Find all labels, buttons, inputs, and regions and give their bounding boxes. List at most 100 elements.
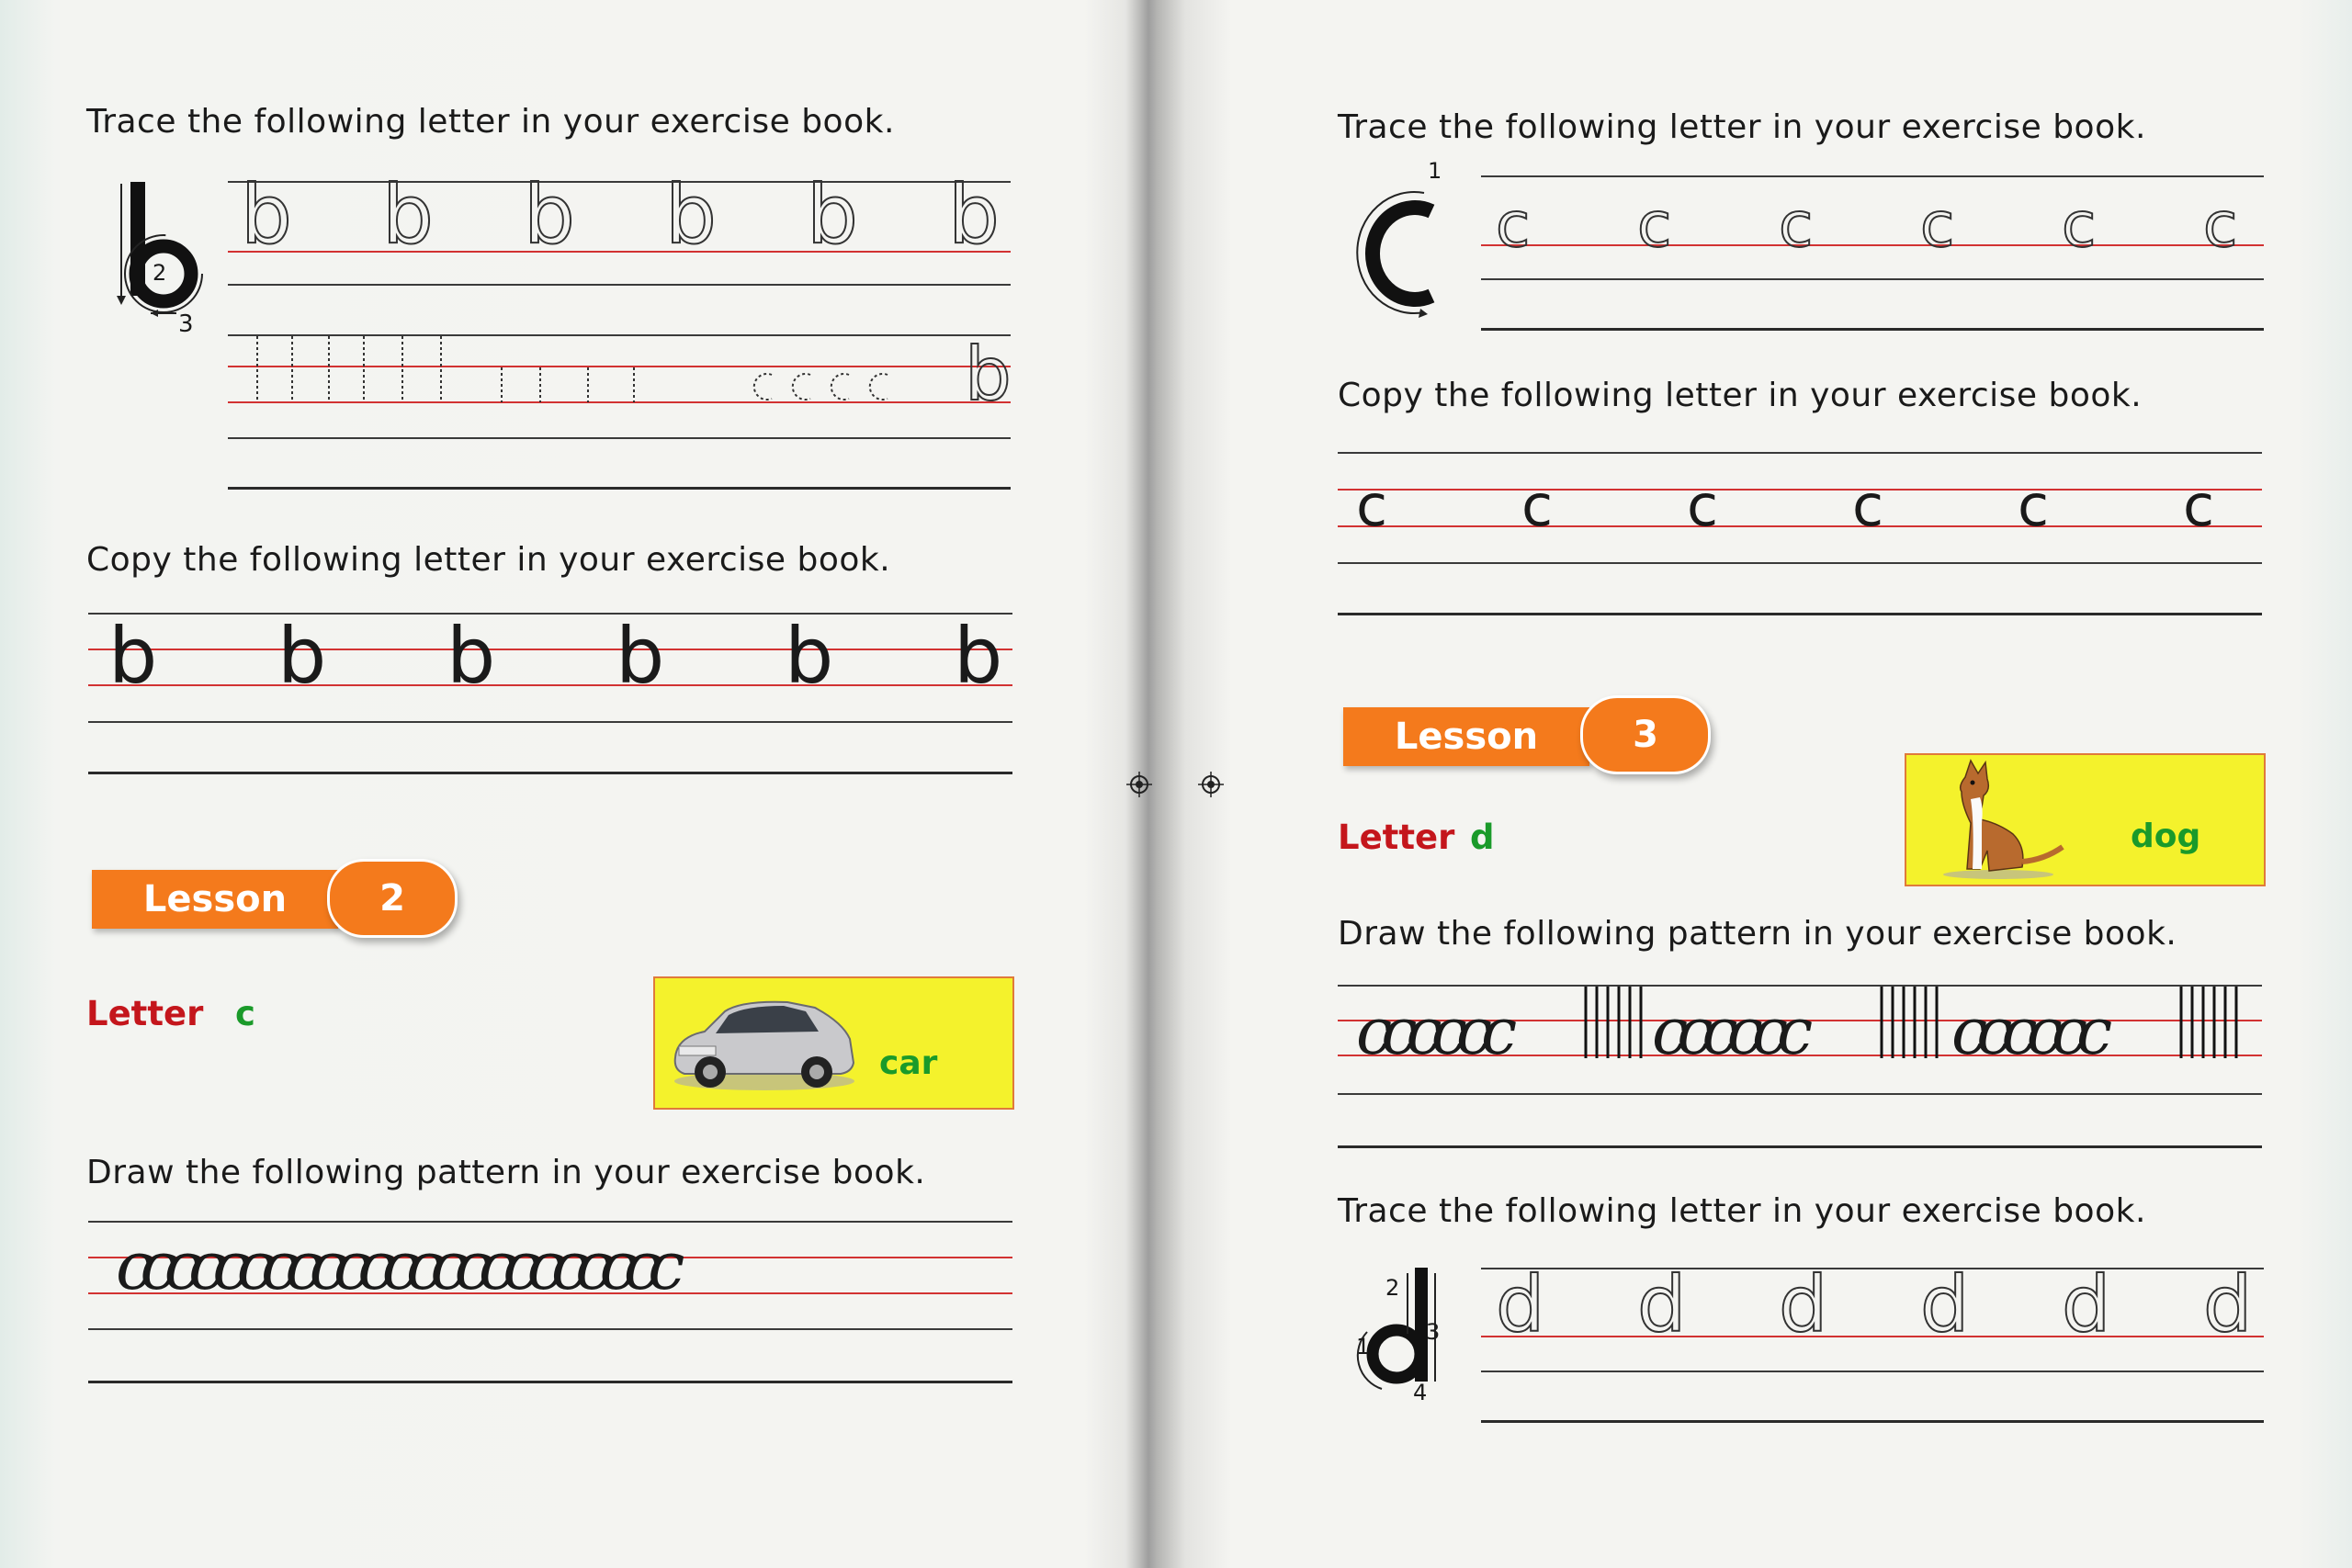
red-guide-line: [1338, 525, 2262, 527]
lesson-number: 3: [1580, 695, 1711, 774]
guide-line: [1338, 452, 2262, 454]
dotted-letter: b: [523, 167, 576, 262]
red-guide-line: [1481, 1336, 2264, 1337]
guide-line: [1338, 985, 2262, 987]
model-letter: b: [954, 611, 1003, 701]
dotted-letter: c: [1636, 189, 1672, 262]
dotted-letter: b: [964, 332, 1012, 417]
letter-value: d: [1470, 818, 1495, 857]
letter-b-stroke-guide: [117, 182, 203, 317]
letter-label: Letter: [1338, 818, 1455, 857]
model-letter: b: [616, 611, 665, 701]
dotted-letter: c: [1495, 189, 1531, 262]
letter-value: c: [235, 994, 255, 1033]
copy-instruction: Copy the following letter in your exerci…: [86, 541, 891, 579]
stroke-number-2: 2: [1385, 1275, 1400, 1301]
lesson-label: Lesson: [92, 870, 338, 929]
model-letter: b: [785, 611, 834, 701]
pattern-instruction: Draw the following pattern in your exerc…: [1338, 915, 2177, 953]
dotted-letter: b: [947, 167, 1001, 262]
c-loop-group: cccccc: [1951, 994, 2112, 1066]
trace-instruction: Trace the following letter in your exerc…: [1338, 108, 2146, 146]
model-letter: c: [1852, 472, 1884, 539]
red-guide-line: [1338, 489, 2262, 491]
guide-line: [228, 437, 1011, 439]
picture-card-dog: dog: [1905, 753, 2266, 886]
dotted-letter: c: [1919, 189, 1955, 262]
red-guide-line: [1481, 244, 2264, 246]
stroke-number-1: 1: [1428, 158, 1442, 184]
dotted-letter: c: [2061, 189, 2097, 262]
stroke-number-3: 3: [1426, 1319, 1441, 1345]
guide-line: [1481, 1420, 2264, 1423]
model-letter: c: [1356, 472, 1388, 539]
guide-line: [88, 772, 1012, 774]
dotted-letter: b: [806, 167, 859, 262]
dotted-letter: d: [2202, 1259, 2253, 1349]
guide-line: [1481, 328, 2264, 331]
picture-card-car: car: [653, 976, 1014, 1110]
lesson-number: 2: [327, 859, 458, 938]
guide-line: [1338, 1145, 2262, 1148]
model-letter: b: [277, 611, 327, 701]
guide-line: [1481, 175, 2264, 177]
car-image: [673, 1000, 855, 1090]
model-letter: b: [447, 611, 496, 701]
guide-line: [88, 721, 1012, 723]
trace-instruction: Trace the following letter in your exerc…: [86, 103, 895, 141]
guide-line: [88, 1328, 1012, 1330]
guide-line: [1481, 278, 2264, 280]
dotted-letter: b: [381, 167, 435, 262]
model-letter: c: [2183, 472, 2215, 539]
letter-c-stroke-guide: [1356, 191, 1435, 318]
model-letter: b: [108, 611, 158, 701]
dog-image: [1943, 759, 2064, 879]
guide-line: [228, 487, 1011, 490]
guide-line: [1338, 613, 2262, 615]
red-guide-line: [88, 684, 1012, 686]
c-loop-group: cccccc: [1356, 994, 1517, 1066]
vertical-stroke-group: [1880, 987, 1939, 1058]
guide-line: [88, 1381, 1012, 1383]
trace-instruction: Trace the following letter in your exerc…: [1338, 1192, 2146, 1230]
guide-line: [228, 181, 1011, 183]
stroke-number-1: 1: [1356, 1334, 1371, 1359]
guide-line: [88, 1221, 1012, 1223]
picture-word: car: [879, 1044, 938, 1082]
dotted-letter: d: [1495, 1259, 1545, 1349]
dotted-letter: b: [664, 167, 718, 262]
registration-mark-icon: [1198, 772, 1224, 797]
letter-label: Letter: [86, 994, 204, 1033]
stroke-number-4: 4: [1413, 1380, 1428, 1405]
model-letter: c: [1687, 472, 1719, 539]
pattern-instruction: Draw the following pattern in your exerc…: [86, 1154, 926, 1191]
dotted-letter: d: [1636, 1259, 1687, 1349]
stroke-number-3: 3: [178, 310, 194, 338]
copy-instruction: Copy the following letter in your exerci…: [1338, 377, 2143, 414]
c-loop-pattern: ccccccccccccccccccccccc: [116, 1227, 684, 1301]
model-letter: c: [1521, 472, 1554, 539]
lesson-label: Lesson: [1343, 707, 1589, 766]
guide-line: [1338, 562, 2262, 564]
guide-line: [228, 284, 1011, 286]
stroke-number-2: 2: [153, 260, 167, 286]
workbook-spread: Trace the following letter in your exerc…: [0, 0, 2352, 1568]
guide-line: [1338, 1093, 2262, 1095]
letter-d-stroke-guide: [1356, 1268, 1436, 1390]
guide-line: [88, 613, 1012, 615]
dotted-letter: b: [240, 167, 293, 262]
c-loop-group: cccccc: [1652, 994, 1813, 1066]
guide-line: [1481, 1268, 2264, 1269]
dotted-letter: c: [2202, 189, 2238, 262]
dotted-letter: c: [1778, 189, 1814, 262]
guide-line: [1481, 1371, 2264, 1372]
dotted-letter: d: [2061, 1259, 2111, 1349]
dotted-letter: d: [1778, 1259, 1828, 1349]
red-guide-line: [88, 649, 1012, 650]
dotted-letter: d: [1919, 1259, 1970, 1349]
stroke-pattern-row: [256, 336, 888, 402]
picture-word: dog: [2131, 818, 2201, 855]
vertical-stroke-group: [1584, 987, 1643, 1058]
model-letter: c: [2018, 472, 2050, 539]
vertical-stroke-group: [2179, 987, 2238, 1058]
